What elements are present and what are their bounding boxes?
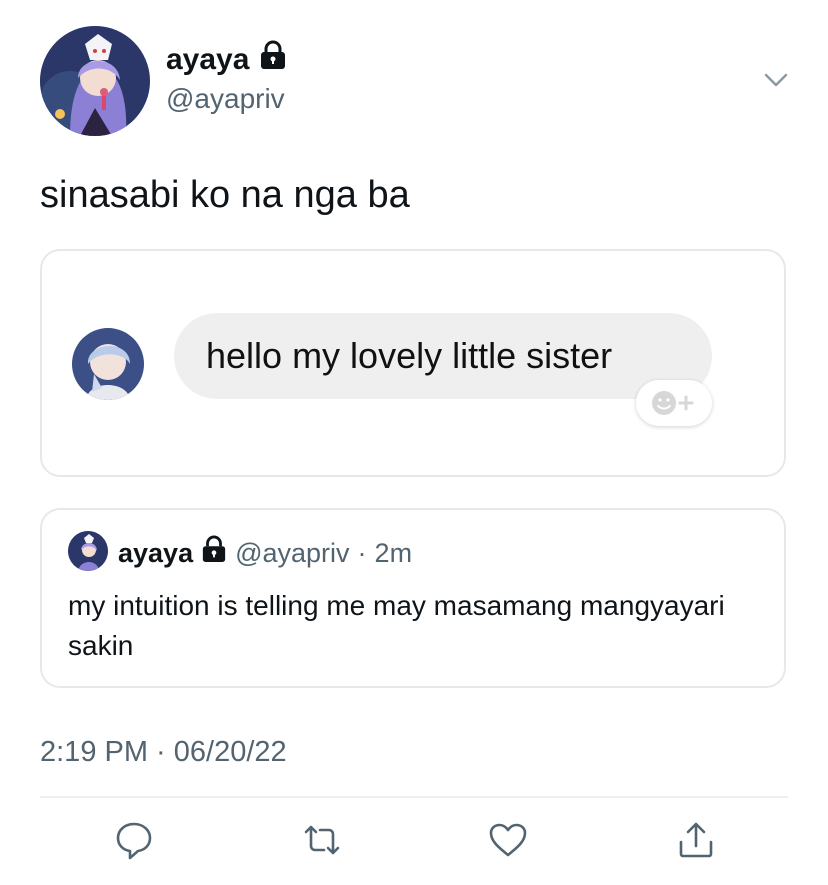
quoted-author-avatar bbox=[68, 531, 108, 571]
add-reaction-button[interactable] bbox=[636, 380, 712, 426]
quoted-display-name: ayaya bbox=[118, 538, 194, 568]
quoted-avatar-illustration bbox=[68, 531, 108, 571]
share-button[interactable] bbox=[674, 818, 718, 862]
retweet-icon bbox=[304, 825, 340, 855]
message-text: hello my lovely little sister bbox=[206, 335, 613, 376]
author-avatar[interactable] bbox=[40, 26, 150, 136]
lock-icon bbox=[201, 535, 227, 571]
author-display-name[interactable]: ayaya bbox=[166, 42, 249, 78]
quoted-tweet-text: my intuition is telling me may masamang … bbox=[68, 590, 725, 661]
sender-avatar-illustration bbox=[72, 328, 144, 400]
retweet-button[interactable] bbox=[300, 818, 344, 862]
like-button[interactable] bbox=[486, 818, 530, 862]
quoted-username: @ayapriv bbox=[235, 538, 350, 568]
lock-icon bbox=[259, 40, 287, 79]
author-name-row: ayaya bbox=[166, 40, 287, 79]
quoted-time: 2m bbox=[374, 538, 413, 568]
avatar-illustration bbox=[40, 26, 150, 136]
share-icon bbox=[679, 822, 713, 858]
tweet-text: sinasabi ko na nga ba bbox=[40, 174, 410, 216]
tweet-timestamp[interactable]: 2:19 PM · 06/20/22 bbox=[40, 734, 287, 770]
reply-icon bbox=[116, 822, 152, 860]
divider bbox=[40, 796, 788, 798]
meta-separator: · bbox=[357, 538, 367, 568]
message-bubble: hello my lovely little sister bbox=[174, 313, 712, 399]
reply-button[interactable] bbox=[112, 818, 156, 862]
chevron-down-icon[interactable] bbox=[762, 66, 790, 94]
author-username[interactable]: @ayapriv bbox=[166, 82, 285, 116]
add-reaction-icon bbox=[652, 391, 694, 415]
like-icon bbox=[489, 823, 527, 857]
quoted-tweet-header: ayaya @ayapriv · 2m bbox=[118, 535, 412, 571]
message-sender-avatar bbox=[72, 328, 144, 400]
